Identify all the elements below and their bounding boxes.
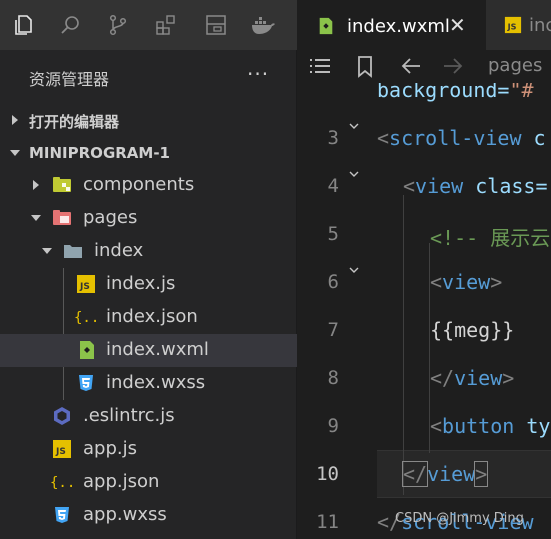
extensions-icon[interactable] [154,13,178,37]
json-file-icon: {..} [74,310,98,326]
chevron-down-icon [42,248,52,254]
breadcrumb: pages [297,50,551,83]
line-number: 3 [327,127,339,149]
wxml-file-icon [319,17,333,35]
fold-chevron-icon[interactable] [349,121,359,131]
tree-item-index-folder[interactable]: index [0,235,297,268]
tree-item-label: index.js [106,273,176,294]
js-file-icon: JS [504,16,522,34]
tab-label: index.wxml [347,16,450,37]
svg-text:JS: JS [79,282,90,292]
tree-item-label: index [94,240,144,261]
tree-item-label: pages [83,207,138,228]
code-line-partial: background="# [377,83,534,102]
tree-item-app-js[interactable]: JS app.js [0,433,297,466]
tab-label: inc [529,15,551,36]
folder-pages-icon [53,210,71,225]
css-file-icon [79,375,93,391]
chevron-right-icon [12,115,18,125]
chevron-down-icon [31,215,41,221]
line-number: 4 [327,175,339,197]
tree-item-index-wxss[interactable]: index.wxss [0,367,297,400]
arrow-left-icon[interactable] [400,56,422,76]
section-open-editors[interactable]: 打开的编辑器 [0,103,297,136]
code-line-4: <view class= [403,174,548,198]
code-line-5: <!-- 展示云 [430,226,551,250]
watermark: CSDN @Jimmy Ding [395,511,524,526]
code-line-10: </view> [401,461,489,487]
fold-chevron-icon[interactable] [349,265,359,275]
js-file-icon: JS [77,275,95,293]
code-line-7: {{meg}} [430,318,515,342]
folder-open-icon [64,245,82,258]
line-number: 7 [327,319,339,341]
line-number: 8 [327,367,339,389]
json-file-icon: {..} [50,475,74,491]
wxml-file-icon [80,341,94,359]
tree-item-label: index.wxml [106,339,209,360]
indent-guide [403,195,404,495]
arrow-right-icon[interactable] [442,56,464,76]
section-project-label: MINIPROGRAM-1 [29,144,170,162]
js-file-icon: JS [53,440,71,458]
chevron-right-icon [33,180,39,190]
line-number: 11 [316,511,339,533]
tree-item-components[interactable]: components [0,169,297,202]
line-number: 9 [327,415,339,437]
source-control-icon[interactable] [106,13,130,37]
docker-icon[interactable] [250,13,276,37]
tree-item-label: app.js [83,438,137,459]
tree-item-label: app.json [83,471,160,492]
svg-text:{..}: {..} [50,475,74,491]
svg-text:JS: JS [507,22,517,32]
code-editor[interactable]: background="# 3 4 5 6 7 8 9 10 11 <scrol… [297,83,551,539]
tree-item-label: index.json [106,306,198,327]
tree-item-pages[interactable]: pages [0,202,297,235]
close-icon[interactable]: ✕ [449,13,466,37]
svg-text:{..}: {..} [74,310,98,326]
code-line-3: <scroll-view c [377,126,546,150]
activity-bar [0,0,297,50]
folder-components-icon [53,177,71,192]
tab-second[interactable]: JS inc [486,0,551,50]
tab-index-wxml[interactable]: index.wxml ✕ [297,0,486,51]
tree-item-index-wxml[interactable]: index.wxml [0,334,297,367]
editor-tabs: index.wxml ✕ JS inc [297,0,551,51]
chevron-down-icon [10,150,20,156]
more-actions-icon[interactable]: ··· [247,62,269,86]
explorer-sidebar: 资源管理器 ··· 打开的编辑器 MINIPROGRAM-1 component… [0,50,297,539]
breadcrumb-pages[interactable]: pages [488,55,542,76]
remote-explorer-icon[interactable] [204,13,228,37]
svg-text:JS: JS [55,447,66,457]
tree-item-label: app.wxss [83,504,167,525]
code-line-8: </view> [430,366,515,390]
tree-item-label: .eslintrc.js [83,405,175,426]
tree-item-index-json[interactable]: {..} index.json [0,301,297,334]
line-number-current: 10 [316,463,339,485]
section-open-editors-label: 打开的编辑器 [29,113,120,131]
explorer-icon[interactable] [11,13,35,37]
fold-chevron-icon[interactable] [349,169,359,179]
tree-item-eslintrc[interactable]: .eslintrc.js [0,400,297,433]
line-number: 6 [327,271,339,293]
tree-item-app-json[interactable]: {..} app.json [0,466,297,499]
explorer-header: 资源管理器 ··· [0,50,297,102]
tree-item-app-wxss[interactable]: app.wxss [0,499,297,532]
code-line-9: <button ty [430,414,551,438]
search-icon[interactable] [58,13,82,37]
code-line-6: <view> [430,270,503,294]
line-number: 5 [327,223,339,245]
css-file-icon [55,507,69,523]
eslint-file-icon [54,407,70,425]
tree-item-index-js[interactable]: JS index.js [0,268,297,301]
list-icon[interactable] [309,56,331,76]
explorer-title: 资源管理器 [29,70,110,89]
bookmark-icon[interactable] [357,56,373,78]
tree-item-label: index.wxss [106,372,206,393]
tree-item-label: components [83,174,195,195]
section-project[interactable]: MINIPROGRAM-1 [0,136,297,169]
